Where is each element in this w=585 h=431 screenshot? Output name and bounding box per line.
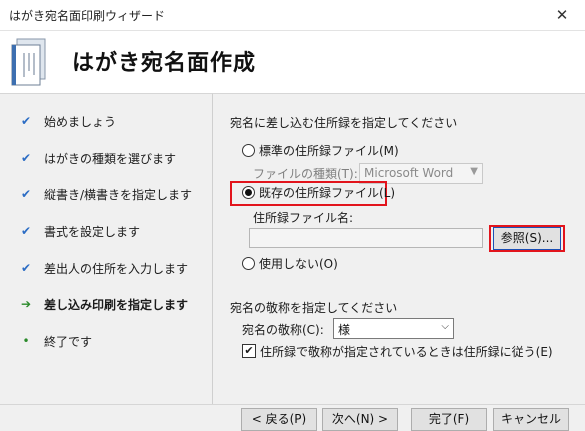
check-icon: ✔	[20, 114, 32, 128]
radio-standard-address[interactable]	[242, 144, 255, 157]
follow-address-book-checkbox[interactable]: ✔	[242, 344, 256, 358]
step-finish[interactable]: • 終了です	[0, 330, 212, 354]
radio-standard-label[interactable]: 標準の住所録ファイル(M)	[259, 142, 399, 159]
step-merge[interactable]: ➔ 差し込み印刷を指定します	[0, 293, 212, 317]
step-label: はがきの種類を選びます	[44, 152, 177, 166]
postcard-document-icon	[11, 38, 46, 86]
honorific-select[interactable]: 様 ⌵	[333, 318, 454, 339]
back-button[interactable]: < 戻る(P)	[241, 408, 317, 431]
browse-button[interactable]: 参照(S)...	[493, 227, 561, 250]
file-name-label: 住所録ファイル名:	[253, 211, 354, 225]
file-name-input[interactable]	[249, 228, 483, 248]
step-sender[interactable]: ✔ 差出人の住所を入力します	[0, 257, 212, 281]
bullet-icon: •	[22, 334, 30, 348]
next-button[interactable]: 次へ(N) >	[322, 408, 398, 431]
radio-no-address[interactable]	[242, 257, 255, 270]
step-label: 差出人の住所を入力します	[44, 262, 189, 276]
step-label: 書式を設定します	[44, 225, 141, 239]
radio-none-label[interactable]: 使用しない(O)	[259, 255, 338, 272]
check-icon: ✔	[20, 224, 32, 238]
step-card-type[interactable]: ✔ はがきの種類を選びます	[0, 147, 212, 171]
honorific-value: 様	[338, 323, 351, 337]
step-start[interactable]: ✔ 始めましょう	[0, 110, 212, 134]
finish-button[interactable]: 完了(F)	[411, 408, 487, 431]
follow-address-book-label[interactable]: 住所録で敬称が指定されているときは住所録に従う(E)	[260, 343, 553, 360]
file-type-label: ファイルの種類(T):	[253, 167, 358, 181]
check-icon: ✔	[20, 261, 32, 275]
page-title: はがき宛名面作成	[72, 51, 257, 76]
step-orientation[interactable]: ✔ 縦書き/横書きを指定します	[0, 183, 212, 207]
honorific-section-title: 宛名の敬称を指定してください	[230, 301, 398, 315]
step-label: 始めましょう	[44, 115, 117, 129]
check-icon: ✔	[20, 187, 32, 201]
chevron-down-icon: ▼	[470, 166, 478, 177]
title-bar: はがき宛名面印刷ウィザード ✕	[0, 0, 585, 30]
wizard-footer: < 戻る(P) 次へ(N) > 完了(F) キャンセル	[0, 404, 585, 431]
cancel-button[interactable]: キャンセル	[493, 408, 569, 431]
arrow-right-icon: ➔	[20, 297, 32, 311]
wizard-header: はがき宛名面作成	[0, 30, 585, 93]
radio-existing-label[interactable]: 既存の住所録ファイル(L)	[259, 184, 395, 201]
chevron-down-icon: ⌵	[441, 321, 449, 332]
wizard-content: 宛名に差し込む住所録を指定してください 標準の住所録ファイル(M) ファイルの種…	[213, 93, 585, 405]
step-label: 終了です	[44, 335, 93, 349]
step-label: 差し込み印刷を指定します	[44, 298, 189, 312]
file-type-value: Microsoft Word	[364, 166, 454, 180]
honorific-label: 宛名の敬称(C):	[242, 323, 324, 337]
address-section-title: 宛名に差し込む住所録を指定してください	[230, 116, 458, 130]
step-format[interactable]: ✔ 書式を設定します	[0, 220, 212, 244]
close-icon[interactable]: ✕	[539, 0, 585, 30]
step-label: 縦書き/横書きを指定します	[44, 188, 193, 202]
wizard-steps: ✔ 始めましょう ✔ はがきの種類を選びます ✔ 縦書き/横書きを指定します ✔…	[0, 93, 213, 405]
check-icon: ✔	[20, 151, 32, 165]
window-title: はがき宛名面印刷ウィザード	[9, 9, 166, 23]
radio-existing-address[interactable]	[242, 186, 255, 199]
